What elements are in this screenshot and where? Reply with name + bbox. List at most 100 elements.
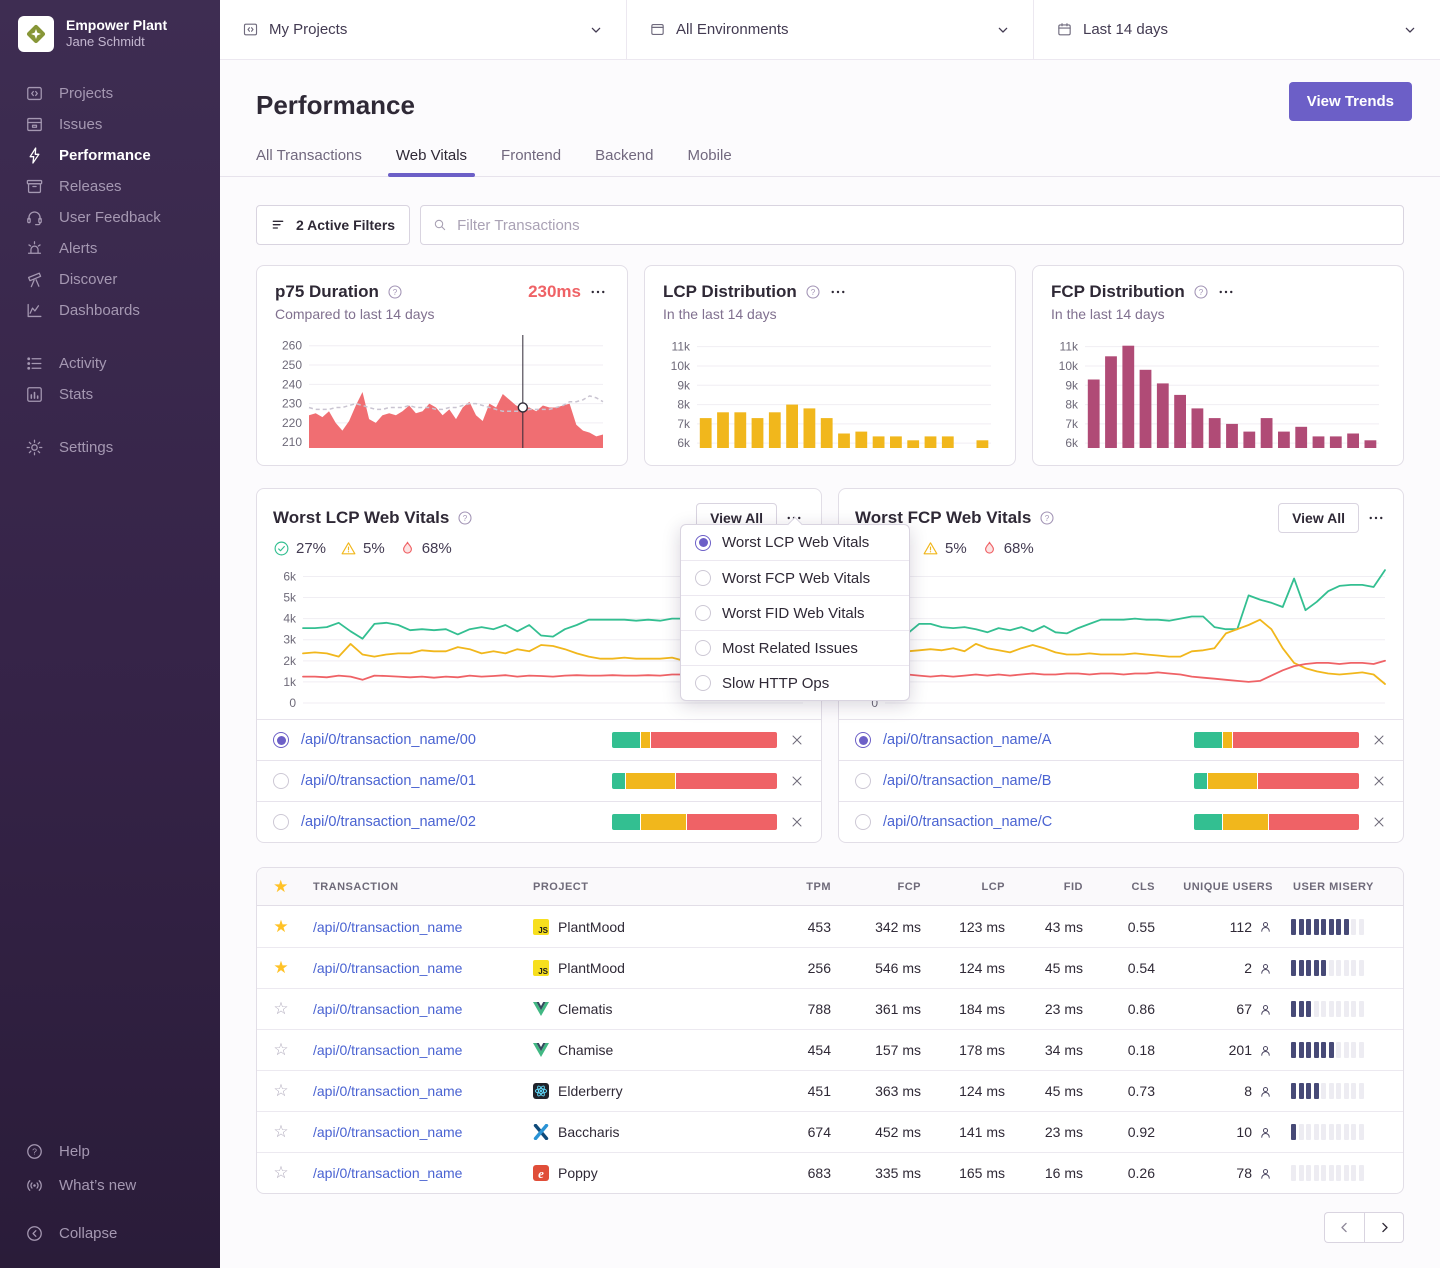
- active-filters-button[interactable]: 2 Active Filters: [256, 205, 410, 245]
- close-icon[interactable]: [1371, 814, 1387, 830]
- transaction-link[interactable]: /api/0/transaction_name: [313, 960, 462, 976]
- transaction-link[interactable]: /api/0/transaction_name: [313, 919, 462, 935]
- column-header-lcp[interactable]: LCP: [929, 881, 1013, 893]
- environment-selector[interactable]: All Environments: [626, 0, 1033, 59]
- close-icon[interactable]: [789, 732, 805, 748]
- sidebar-collapse-button[interactable]: Collapse: [0, 1216, 220, 1250]
- transaction-link[interactable]: /api/0/transaction_name/C: [883, 814, 1182, 830]
- card-menu-button[interactable]: [1217, 282, 1237, 302]
- transaction-link[interactable]: /api/0/transaction_name/02: [301, 814, 600, 830]
- lcp-value: 124 ms: [929, 1083, 1013, 1099]
- star-toggle[interactable]: ☆: [257, 999, 305, 1019]
- sidebar-item-issues[interactable]: Issues: [0, 109, 220, 140]
- sidebar-item-help[interactable]: ? Help: [0, 1134, 220, 1168]
- transaction-link[interactable]: /api/0/transaction_name: [313, 1042, 462, 1058]
- close-icon[interactable]: [789, 814, 805, 830]
- project-name: Poppy: [558, 1165, 598, 1181]
- card-menu-button[interactable]: [829, 282, 849, 302]
- sidebar-item-discover[interactable]: Discover: [0, 264, 220, 295]
- tab-mobile[interactable]: Mobile: [687, 147, 731, 176]
- sidebar-item-performance[interactable]: Performance: [0, 140, 220, 171]
- help-icon[interactable]: ?: [457, 510, 473, 526]
- next-page-button[interactable]: [1364, 1212, 1404, 1243]
- transaction-radio[interactable]: [273, 732, 289, 748]
- help-icon[interactable]: ?: [387, 284, 403, 300]
- menu-item-most-related-issues[interactable]: Most Related Issues: [681, 630, 909, 665]
- tab-frontend[interactable]: Frontend: [501, 147, 561, 176]
- view-all-button[interactable]: View All: [1278, 503, 1359, 533]
- transaction-radio[interactable]: [273, 814, 289, 830]
- help-icon[interactable]: ?: [805, 284, 821, 300]
- column-header-fid[interactable]: FID: [1013, 881, 1091, 893]
- column-header-fcp[interactable]: FCP: [839, 881, 929, 893]
- transaction-radio[interactable]: [855, 814, 871, 830]
- card-chart[interactable]: 6k7k8k9k10k11k: [1051, 331, 1385, 453]
- sidebar-item-label: Collapse: [59, 1225, 117, 1242]
- svg-text:220: 220: [282, 416, 302, 430]
- column-header-unique-users[interactable]: UNIQUE USERS: [1163, 881, 1281, 893]
- star-toggle[interactable]: ★: [257, 917, 305, 937]
- column-header-transaction[interactable]: TRANSACTION: [305, 881, 525, 893]
- unique-users-value: 8: [1244, 1083, 1252, 1099]
- transaction-link[interactable]: /api/0/transaction_name/B: [883, 773, 1182, 789]
- card-menu-button[interactable]: [589, 282, 609, 302]
- sidebar-item-alerts[interactable]: Alerts: [0, 233, 220, 264]
- star-toggle[interactable]: ☆: [257, 1040, 305, 1060]
- star-toggle[interactable]: ☆: [257, 1122, 305, 1142]
- star-toggle[interactable]: ☆: [257, 1081, 305, 1101]
- sidebar-item-dashboards[interactable]: Dashboards: [0, 295, 220, 326]
- transaction-link[interactable]: /api/0/transaction_name: [313, 1124, 462, 1140]
- table-row: ☆ /api/0/transaction_name Elderberry 451…: [257, 1070, 1403, 1111]
- card-subtitle: In the last 14 days: [1051, 306, 1385, 322]
- sidebar-item-stats[interactable]: Stats: [0, 379, 220, 410]
- menu-item-worst-fid-web-vitals[interactable]: Worst FID Web Vitals: [681, 595, 909, 630]
- menu-item-worst-fcp-web-vitals[interactable]: Worst FCP Web Vitals: [681, 560, 909, 595]
- close-icon[interactable]: [1371, 773, 1387, 789]
- column-header-project[interactable]: PROJECT: [525, 881, 775, 893]
- sidebar-item-projects[interactable]: Projects: [0, 78, 220, 109]
- card-chart[interactable]: 6k7k8k9k10k11k: [663, 331, 997, 453]
- view-trends-button[interactable]: View Trends: [1289, 82, 1412, 121]
- transaction-radio[interactable]: [855, 732, 871, 748]
- vitals-transaction-list: /api/0/transaction_name/00 /api/0/transa…: [257, 719, 821, 842]
- tab-web-vitals[interactable]: Web Vitals: [396, 147, 467, 176]
- card-chart[interactable]: 210220230240250260: [275, 331, 609, 453]
- star-toggle[interactable]: ☆: [257, 1163, 305, 1183]
- sidebar-item-activity[interactable]: Activity: [0, 348, 220, 379]
- column-header-tpm[interactable]: TPM: [775, 881, 839, 893]
- star-column-header[interactable]: ★: [257, 877, 305, 897]
- date-range-selector[interactable]: Last 14 days: [1033, 0, 1440, 59]
- transaction-link[interactable]: /api/0/transaction_name/00: [301, 732, 600, 748]
- project-selector[interactable]: My Projects: [220, 0, 626, 59]
- transaction-link[interactable]: /api/0/transaction_name: [313, 1001, 462, 1017]
- star-toggle[interactable]: ★: [257, 958, 305, 978]
- panel-menu-button[interactable]: [1367, 508, 1387, 528]
- transaction-link[interactable]: /api/0/transaction_name/A: [883, 732, 1182, 748]
- sidebar-item-user-feedback[interactable]: User Feedback: [0, 202, 220, 233]
- menu-item-slow-http-ops[interactable]: Slow HTTP Ops: [681, 665, 909, 700]
- sidebar-item-what-s-new[interactable]: What’s new: [0, 1168, 220, 1202]
- transaction-radio[interactable]: [273, 773, 289, 789]
- tab-all-transactions[interactable]: All Transactions: [256, 147, 362, 176]
- column-header-cls[interactable]: CLS: [1091, 881, 1163, 893]
- tab-backend[interactable]: Backend: [595, 147, 653, 176]
- close-icon[interactable]: [789, 773, 805, 789]
- close-icon[interactable]: [1371, 732, 1387, 748]
- main-content: My Projects All Environments Last 14 day…: [220, 0, 1440, 1268]
- transaction-link[interactable]: /api/0/transaction_name/01: [301, 773, 600, 789]
- vitals-chart[interactable]: 01k2k3k4k5k6k: [851, 561, 1391, 713]
- transaction-radio[interactable]: [855, 773, 871, 789]
- org-switcher[interactable]: Empower Plant Jane Schmidt: [0, 0, 220, 78]
- transaction-link[interactable]: /api/0/transaction_name: [313, 1165, 462, 1181]
- help-icon[interactable]: ?: [1039, 510, 1055, 526]
- sidebar-item-settings[interactable]: Settings: [0, 432, 220, 463]
- column-header-user-misery[interactable]: USER MISERY: [1281, 881, 1403, 893]
- search-input[interactable]: [420, 205, 1404, 245]
- transaction-link[interactable]: /api/0/transaction_name: [313, 1083, 462, 1099]
- sidebar-item-releases[interactable]: Releases: [0, 171, 220, 202]
- vitals-transaction-row: /api/0/transaction_name/02: [257, 801, 821, 842]
- fid-value: 45 ms: [1013, 1083, 1091, 1099]
- menu-item-worst-lcp-web-vitals[interactable]: Worst LCP Web Vitals: [681, 525, 909, 560]
- help-icon[interactable]: ?: [1193, 284, 1209, 300]
- previous-page-button[interactable]: [1324, 1212, 1364, 1243]
